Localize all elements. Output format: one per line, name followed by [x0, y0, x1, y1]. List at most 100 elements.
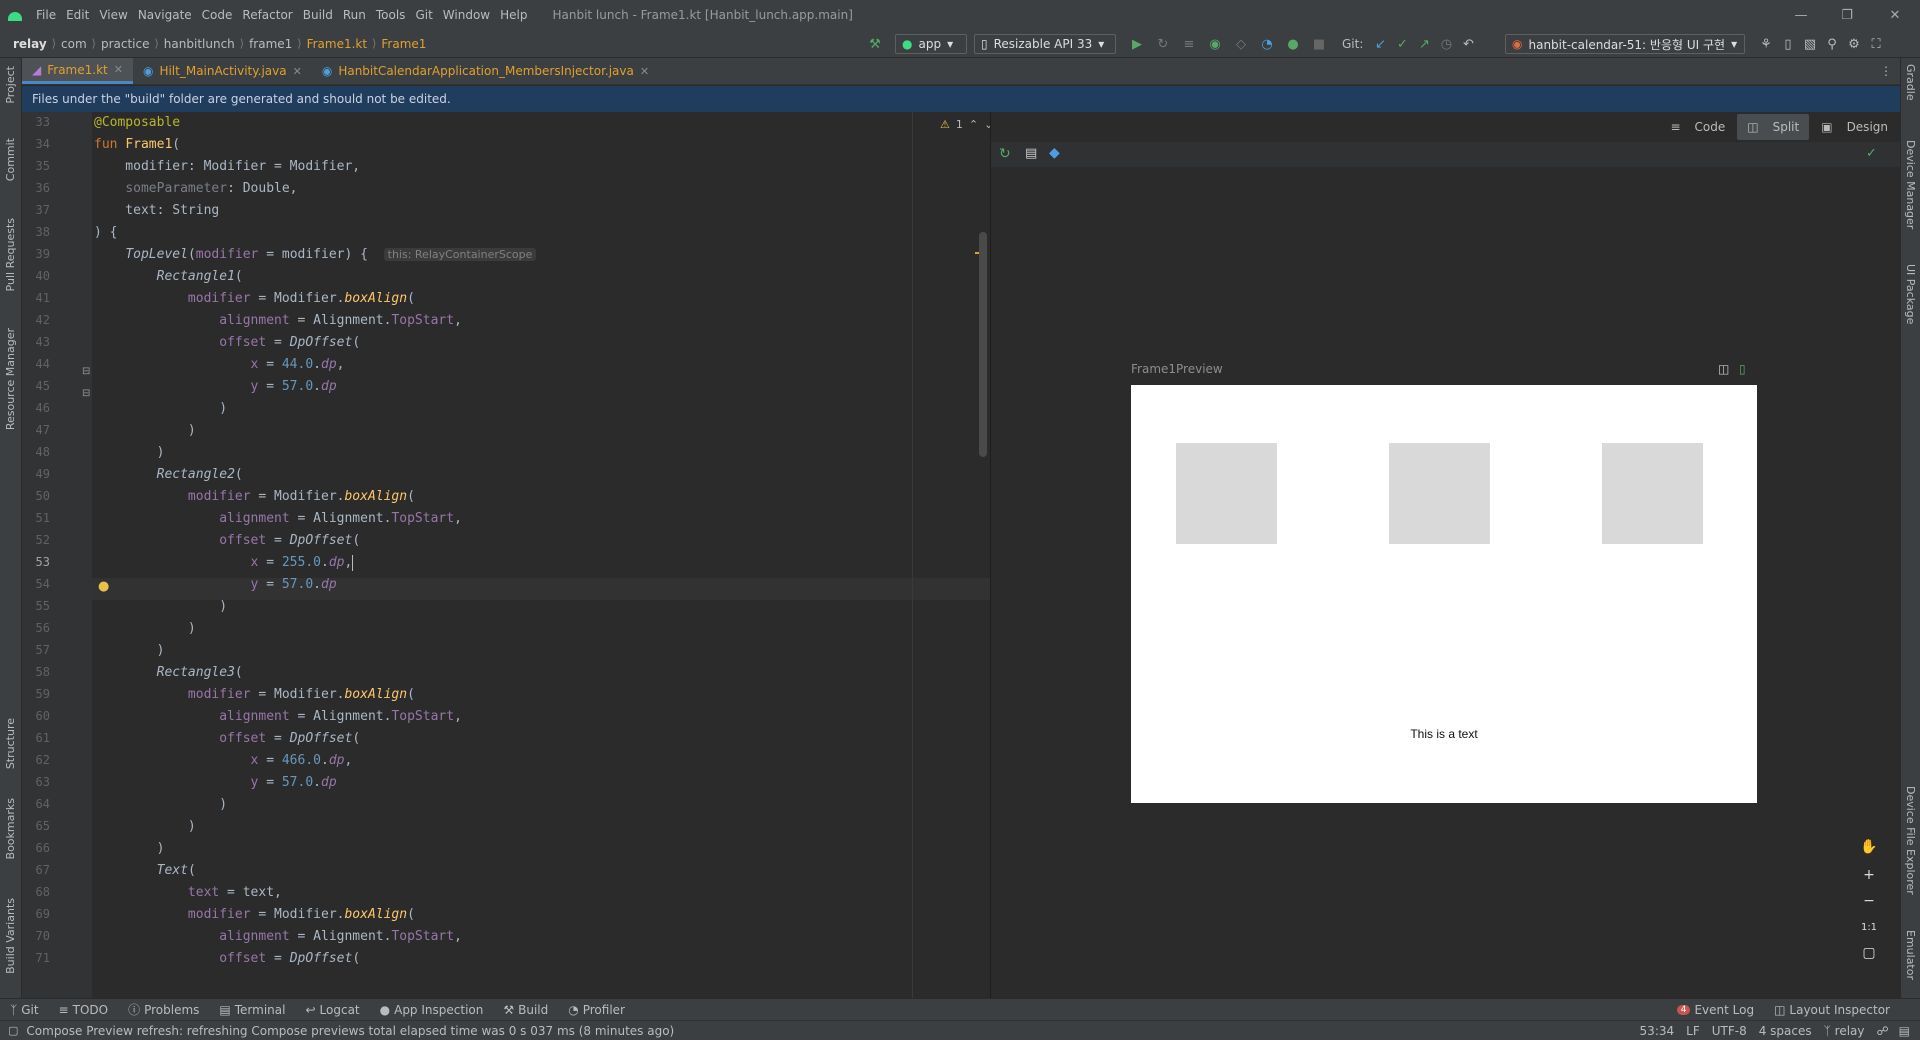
apply-changes-icon[interactable]: ↻: [1155, 36, 1171, 52]
tool-commit[interactable]: Commit: [4, 138, 17, 181]
tool-event-log[interactable]: 4 Event Log: [1667, 1003, 1764, 1017]
view-mode-split[interactable]: ◫ Split: [1737, 114, 1810, 140]
restore-icon[interactable]: ❐: [1824, 0, 1870, 30]
layout-icon[interactable]: ▤: [1025, 146, 1037, 161]
tool-git[interactable]: ᛉ Git: [0, 1003, 49, 1017]
caret-position[interactable]: 53:34: [1634, 1024, 1681, 1038]
run-config-select[interactable]: ● app ▾: [895, 34, 967, 54]
previous-highlight-icon[interactable]: ⌃: [969, 118, 978, 131]
tab-hilt-main-activity[interactable]: ◉ Hilt_MainActivity.java ✕: [133, 58, 312, 84]
tool-problems[interactable]: ⓘ Problems: [118, 1001, 209, 1018]
tool-build-variants[interactable]: Build Variants: [4, 898, 17, 974]
line-separator[interactable]: LF: [1680, 1024, 1706, 1038]
menu-window[interactable]: Window: [438, 8, 495, 22]
attach-debugger-icon[interactable]: ◇: [1233, 36, 1249, 52]
device-select[interactable]: ▯ Resizable API 33 ▾: [974, 34, 1116, 54]
code-editor[interactable]: 33 34 35 36 37 38 39 40 41 42 43 44 45 46 47 48 49 50 51 52…: [22, 112, 990, 998]
layers-icon[interactable]: ◆: [1049, 145, 1060, 161]
zoom-out-icon[interactable]: −: [1858, 890, 1880, 912]
menu-git[interactable]: Git: [410, 8, 437, 22]
vcs-branch[interactable]: ᛉ relay: [1818, 1024, 1871, 1038]
menu-build[interactable]: Build: [298, 8, 338, 22]
git-push-icon[interactable]: ↗: [1416, 36, 1432, 52]
sync-gradle-icon[interactable]: ⚘: [1758, 36, 1774, 52]
menu-navigate[interactable]: Navigate: [133, 8, 197, 22]
menu-run[interactable]: Run: [338, 8, 371, 22]
breadcrumb-file[interactable]: Frame1.kt: [302, 37, 373, 51]
tool-pull-requests[interactable]: Pull Requests: [4, 218, 17, 291]
stop-icon[interactable]: ■: [1311, 36, 1327, 52]
file-encoding[interactable]: UTF-8: [1706, 1024, 1753, 1038]
menu-view[interactable]: View: [94, 8, 132, 22]
tab-members-injector[interactable]: ◉ HanbitCalendarApplication_MembersInjec…: [312, 58, 659, 84]
fold-icon[interactable]: ⊟: [82, 388, 90, 399]
status-square-icon[interactable]: ▢: [8, 1024, 18, 1037]
close-tab-icon[interactable]: ✕: [114, 63, 123, 76]
tool-structure[interactable]: Structure: [4, 718, 17, 769]
tool-device-file-explorer[interactable]: Device File Explorer: [1904, 786, 1917, 895]
menu-help[interactable]: Help: [495, 8, 532, 22]
close-window-icon[interactable]: ✕: [1870, 0, 1920, 30]
menu-refactor[interactable]: Refactor: [237, 8, 297, 22]
breadcrumb-practice[interactable]: practice: [96, 37, 155, 51]
profile-icon[interactable]: ◔: [1259, 36, 1275, 52]
breadcrumb-com[interactable]: com: [56, 37, 92, 51]
tool-logcat[interactable]: ↩ Logcat: [295, 1003, 369, 1017]
zoom-actual-size-button[interactable]: 1:1: [1858, 916, 1880, 938]
tool-profiler[interactable]: ◔ Profiler: [558, 1003, 635, 1017]
preview-frame[interactable]: This is a text: [1131, 385, 1757, 803]
git-update-icon[interactable]: ↙: [1372, 36, 1388, 52]
tool-device-manager[interactable]: Device Manager: [1904, 140, 1917, 229]
tool-project[interactable]: Project: [4, 66, 17, 104]
tool-build[interactable]: ⚒ Build: [493, 1003, 558, 1017]
editor-scrollbar[interactable]: [979, 232, 987, 457]
menu-file[interactable]: File: [31, 8, 61, 22]
git-rollback-icon[interactable]: ↶: [1460, 36, 1476, 52]
refresh-icon[interactable]: ↻: [999, 146, 1011, 162]
tab-frame1-kt[interactable]: ◢ Frame1.kt ✕: [22, 58, 133, 84]
tool-ui-package[interactable]: UI Package: [1904, 264, 1917, 324]
zoom-in-icon[interactable]: +: [1858, 864, 1880, 886]
lock-icon[interactable]: ☍: [1871, 1024, 1895, 1038]
view-mode-design[interactable]: ▣ Design: [1811, 114, 1898, 140]
tool-todo[interactable]: ≡ TODO: [49, 1003, 119, 1017]
gear-icon[interactable]: ⚙: [1846, 36, 1862, 52]
breadcrumb-hanbitlunch[interactable]: hanbitlunch: [159, 37, 240, 51]
breadcrumb-frame1[interactable]: frame1: [244, 37, 297, 51]
fold-icon[interactable]: ⊟: [82, 366, 90, 377]
minimize-icon[interactable]: —: [1778, 0, 1824, 30]
menu-code[interactable]: Code: [197, 8, 238, 22]
memory-indicator-icon[interactable]: ▤: [1895, 1024, 1920, 1038]
tool-layout-inspector[interactable]: ◫ Layout Inspector: [1764, 1003, 1920, 1017]
inspection-widget[interactable]: ⚠ 1 ⌃ ⌄: [940, 118, 990, 131]
view-mode-code[interactable]: ≡ Code: [1660, 114, 1735, 140]
tool-terminal[interactable]: ▤ Terminal: [209, 1003, 295, 1017]
device-manager-icon[interactable]: ▯: [1780, 36, 1796, 52]
run-icon[interactable]: ▶: [1129, 36, 1145, 52]
tool-gradle[interactable]: Gradle: [1904, 64, 1917, 101]
tool-resource-manager[interactable]: Resource Manager: [4, 328, 17, 430]
zoom-to-fit-icon[interactable]: ▢: [1858, 942, 1880, 964]
deploy-preview-icon[interactable]: ◫: [1718, 362, 1729, 376]
tool-bookmarks[interactable]: Bookmarks: [4, 798, 17, 859]
breadcrumb-relay[interactable]: relay: [8, 37, 52, 51]
branch-select[interactable]: ◉ hanbit-calendar-51: 반응형 UI 구현 ▾: [1505, 34, 1745, 54]
close-tab-icon[interactable]: ✕: [640, 65, 649, 78]
tab-menu-icon[interactable]: ⋮: [1880, 58, 1900, 84]
close-tab-icon[interactable]: ✕: [293, 65, 302, 78]
apply-code-changes-icon[interactable]: ≡: [1181, 36, 1197, 52]
tool-emulator[interactable]: Emulator: [1904, 930, 1917, 980]
breadcrumb-function[interactable]: Frame1: [376, 37, 431, 51]
menu-edit[interactable]: Edit: [61, 8, 94, 22]
tool-app-inspection[interactable]: ● App Inspection: [370, 1003, 494, 1017]
sdk-manager-icon[interactable]: ▧: [1802, 36, 1818, 52]
indent-setting[interactable]: 4 spaces: [1753, 1024, 1818, 1038]
pan-hand-icon[interactable]: ✋: [1858, 836, 1880, 858]
menu-tools[interactable]: Tools: [371, 8, 411, 22]
status-message[interactable]: Compose Preview refresh: refreshing Comp…: [26, 1024, 674, 1038]
debug-icon[interactable]: ◉: [1207, 36, 1223, 52]
git-history-icon[interactable]: ◷: [1438, 36, 1454, 52]
attach-icon[interactable]: ●: [1285, 36, 1301, 52]
git-commit-icon[interactable]: ✓: [1394, 36, 1410, 52]
search-icon[interactable]: ⚲: [1824, 36, 1840, 52]
